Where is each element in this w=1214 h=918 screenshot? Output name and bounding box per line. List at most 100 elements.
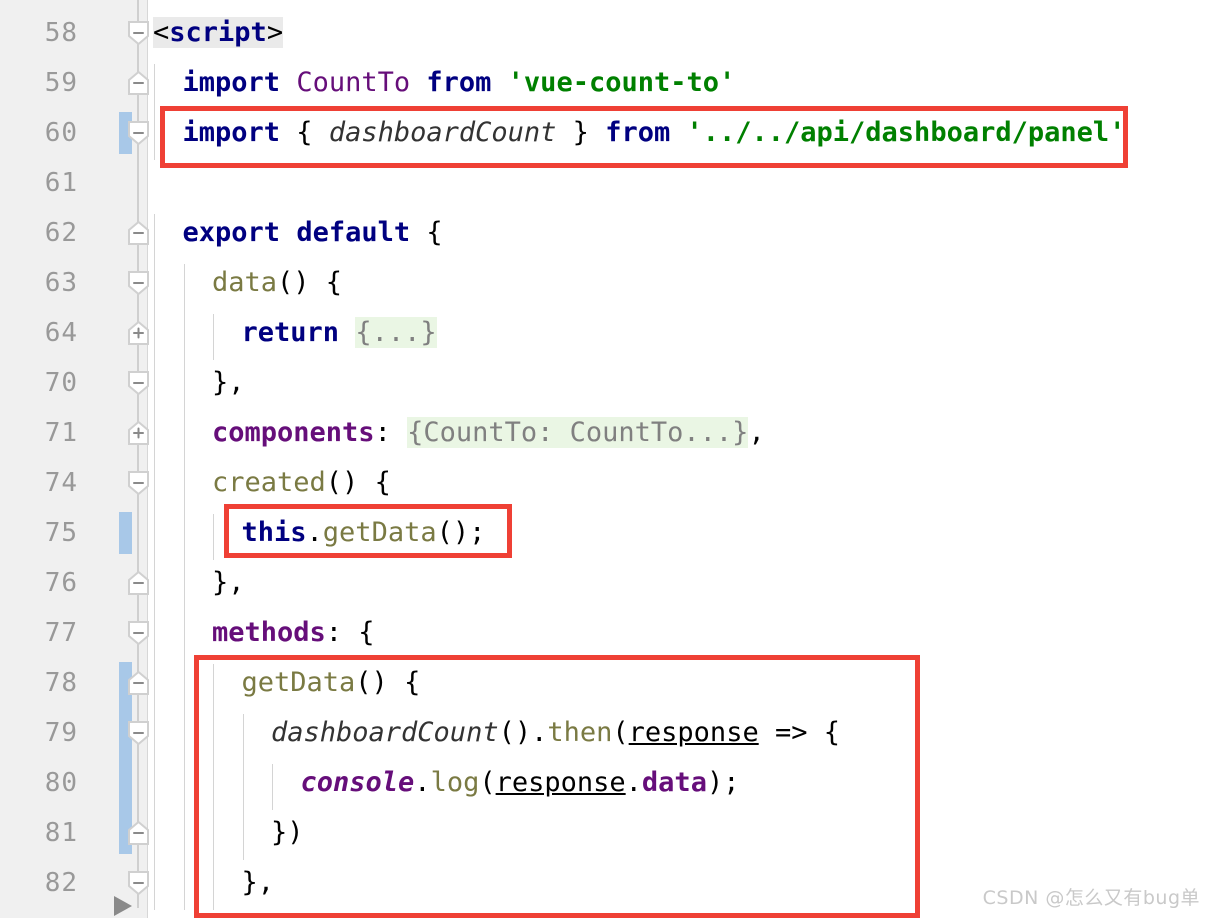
code-token: }, bbox=[212, 367, 245, 398]
code-token: components bbox=[212, 417, 375, 448]
code-token: () { bbox=[325, 467, 391, 498]
editor-gutter[interactable]: 58 59 60 61 62 63 64 70 71 74 75 76 77 78 79 80 81 82 bbox=[0, 0, 149, 918]
line-number: 62 bbox=[44, 218, 78, 248]
code-token: methods bbox=[212, 617, 326, 648]
fold-collapse-icon[interactable] bbox=[128, 271, 149, 295]
code-line[interactable]: import CountTo from 'vue-count-to' bbox=[148, 58, 1214, 108]
code-token: > bbox=[266, 17, 284, 48]
code-token: default bbox=[296, 217, 411, 248]
fold-collapse-icon[interactable] bbox=[128, 221, 149, 245]
fold-expand-icon[interactable] bbox=[128, 421, 149, 445]
code-line[interactable]: }) bbox=[148, 808, 1214, 858]
code-editor: 58 59 60 61 62 63 64 70 71 74 75 76 77 78 79 80 81 82 <sc… bbox=[0, 0, 1214, 918]
fold-collapse-icon[interactable] bbox=[128, 571, 149, 595]
code-token: (). bbox=[498, 717, 548, 748]
csdn-watermark: CSDN @怎么又有bug单 bbox=[982, 887, 1200, 909]
code-token: data bbox=[212, 267, 278, 298]
code-line[interactable]: }, bbox=[148, 358, 1214, 408]
fold-collapse-icon[interactable] bbox=[128, 621, 149, 645]
line-number: 81 bbox=[44, 818, 78, 848]
fold-collapse-icon[interactable] bbox=[128, 121, 149, 145]
code-token: dashboardCount bbox=[271, 717, 499, 748]
code-line[interactable]: <script> bbox=[148, 8, 1214, 58]
code-line[interactable]: import { dashboardCount } from '../../ap… bbox=[148, 108, 1214, 158]
code-token: }, bbox=[241, 867, 275, 898]
code-token: then bbox=[547, 717, 613, 748]
code-token: data bbox=[641, 767, 707, 798]
code-token: console bbox=[300, 767, 415, 798]
vcs-change-marker[interactable] bbox=[119, 512, 132, 554]
line-number: 58 bbox=[44, 18, 78, 48]
code-token: } bbox=[556, 117, 606, 148]
code-token: . bbox=[414, 767, 431, 798]
code-token: script bbox=[169, 17, 267, 48]
code-token: from bbox=[605, 117, 671, 148]
line-number: 74 bbox=[44, 468, 78, 498]
code-token: import bbox=[182, 117, 281, 148]
fold-collapse-icon[interactable] bbox=[128, 821, 149, 845]
code-token: . bbox=[306, 517, 323, 548]
fold-collapse-icon[interactable] bbox=[128, 871, 149, 895]
code-token: log bbox=[430, 767, 480, 798]
code-token: 'vue-count-to' bbox=[507, 67, 736, 98]
line-number: 71 bbox=[44, 418, 78, 448]
fold-collapse-icon[interactable] bbox=[128, 721, 149, 745]
code-line[interactable]: getData() { bbox=[148, 658, 1214, 708]
line-number: 77 bbox=[44, 618, 78, 648]
code-token: response bbox=[628, 717, 759, 748]
code-token: created bbox=[212, 467, 326, 498]
code-token: response bbox=[495, 767, 626, 798]
code-token: => { bbox=[758, 717, 840, 748]
line-number: 70 bbox=[44, 368, 78, 398]
code-line[interactable]: methods: { bbox=[148, 608, 1214, 658]
code-line[interactable]: components: {CountTo: CountTo...}, bbox=[148, 408, 1214, 458]
fold-collapse-icon[interactable] bbox=[128, 21, 149, 45]
code-line[interactable]: }, bbox=[148, 558, 1214, 608]
line-number: 63 bbox=[44, 268, 78, 298]
code-token: { bbox=[410, 217, 443, 248]
code-line[interactable]: export default { bbox=[148, 208, 1214, 258]
line-number: 64 bbox=[44, 318, 78, 348]
code-line[interactable]: this.getData(); bbox=[148, 508, 1214, 558]
code-token: dashboardCount bbox=[328, 117, 557, 148]
fold-collapse-icon[interactable] bbox=[128, 371, 149, 395]
code-token: {CountTo: CountTo...} bbox=[407, 417, 749, 448]
line-number: 82 bbox=[44, 868, 78, 898]
code-token: return bbox=[241, 317, 340, 348]
line-number: 75 bbox=[44, 518, 78, 548]
code-line[interactable]: console.log(response.data); bbox=[148, 758, 1214, 808]
code-token: ( bbox=[479, 767, 496, 798]
code-token: < bbox=[153, 17, 170, 48]
run-gutter-icon[interactable] bbox=[112, 894, 134, 918]
code-token: import bbox=[182, 67, 281, 98]
fold-collapse-icon[interactable] bbox=[128, 671, 149, 695]
code-line[interactable]: return {...} bbox=[148, 308, 1214, 358]
code-token: }, bbox=[212, 567, 245, 598]
code-token: ); bbox=[706, 767, 740, 798]
line-number: 61 bbox=[44, 168, 78, 198]
code-token: getData bbox=[322, 517, 437, 548]
code-token: export bbox=[182, 217, 281, 248]
code-line[interactable]: dashboardCount().then(response => { bbox=[148, 708, 1214, 758]
code-content-area[interactable]: <script> import CountTo from 'vue-count-t… bbox=[148, 0, 1214, 918]
code-token: {...} bbox=[355, 317, 437, 348]
code-token: () { bbox=[355, 667, 421, 698]
code-token: { bbox=[280, 117, 329, 148]
code-token: from bbox=[426, 67, 492, 98]
code-token: : { bbox=[325, 617, 375, 648]
code-token: this bbox=[241, 517, 307, 548]
code-line[interactable]: created() { bbox=[148, 458, 1214, 508]
fold-collapse-icon[interactable] bbox=[128, 471, 149, 495]
code-token: () { bbox=[277, 267, 343, 298]
code-token: ( bbox=[612, 717, 629, 748]
code-line[interactable]: data() { bbox=[148, 258, 1214, 308]
code-line[interactable] bbox=[148, 158, 1214, 208]
fold-expand-icon[interactable] bbox=[128, 321, 149, 345]
fold-collapse-icon[interactable] bbox=[128, 71, 149, 95]
